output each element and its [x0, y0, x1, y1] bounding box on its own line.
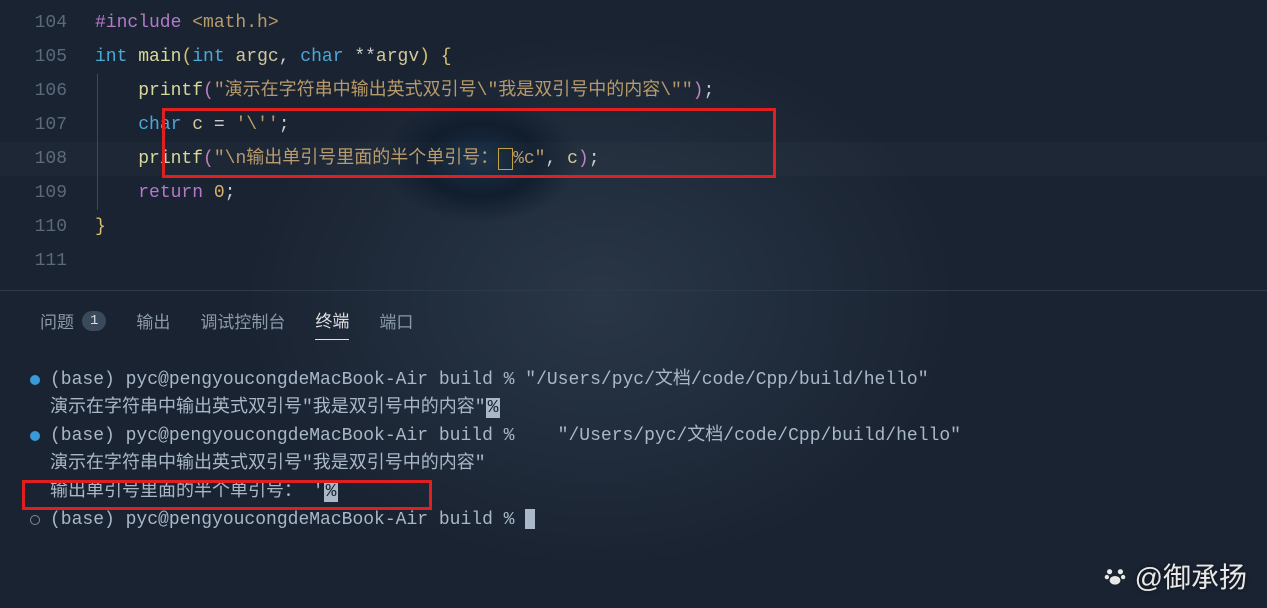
tab-debug-console-label: 调试控制台 [200, 308, 285, 334]
status-bullet-empty [30, 515, 40, 525]
tab-ports-label: 端口 [379, 308, 413, 334]
terminal-text: 演示在字符串中输出英式双引号"我是双引号中的内容"% [50, 394, 500, 422]
code-content[interactable]: printf("\n输出单引号里面的半个单引号： %c", c); [95, 142, 1267, 176]
code-line[interactable]: 111 [0, 244, 1267, 278]
code-content[interactable] [95, 244, 1267, 278]
line-number: 105 [0, 40, 95, 74]
code-line[interactable]: 106 printf("演示在字符串中输出英式双引号\"我是双引号中的内容\""… [0, 74, 1267, 108]
line-number: 107 [0, 108, 95, 142]
bottom-panel: 问题 1 输出 调试控制台 终端 端口 (base) pyc@pengyouco… [0, 290, 1267, 544]
tab-output-label: 输出 [136, 308, 170, 334]
paw-icon [1101, 562, 1129, 590]
terminal-text: (base) pyc@pengyoucongdeMacBook-Air buil… [50, 366, 929, 394]
code-content[interactable]: #include <math.h> [95, 6, 1267, 40]
code-content[interactable]: return 0; [95, 176, 1267, 210]
terminal-text: (base) pyc@pengyoucongdeMacBook-Air buil… [50, 506, 535, 534]
code-content[interactable]: printf("演示在字符串中输出英式双引号\"我是双引号中的内容\""); [95, 74, 1267, 108]
tab-problems-label: 问题 [40, 308, 74, 334]
panel-tabbar: 问题 1 输出 调试控制台 终端 端口 [0, 291, 1267, 352]
tab-problems[interactable]: 问题 1 [40, 308, 106, 340]
tab-ports[interactable]: 端口 [379, 308, 413, 340]
code-line[interactable]: 104#include <math.h> [0, 6, 1267, 40]
code-line[interactable]: 107 char c = '\''; [0, 108, 1267, 142]
code-content[interactable]: int main(int argc, char **argv) { [95, 40, 1267, 74]
terminal-cursor [525, 509, 535, 529]
line-number: 111 [0, 244, 95, 278]
code-editor[interactable]: 104#include <math.h>105int main(int argc… [0, 0, 1267, 278]
tab-terminal-label: 终端 [315, 307, 349, 333]
tab-terminal[interactable]: 终端 [315, 307, 349, 340]
code-content[interactable]: } [95, 210, 1267, 244]
terminal-line: (base) pyc@pengyoucongdeMacBook-Air buil… [30, 506, 1237, 534]
terminal-line: (base) pyc@pengyoucongdeMacBook-Air buil… [30, 366, 1237, 394]
tab-debug-console[interactable]: 调试控制台 [200, 308, 285, 340]
code-line[interactable]: 108 printf("\n输出单引号里面的半个单引号： %c", c); [0, 142, 1267, 176]
status-bullet-ok [30, 431, 40, 441]
line-number: 104 [0, 6, 95, 40]
status-bullet-ok [30, 375, 40, 385]
reverse-video-char: % [486, 398, 501, 418]
code-content[interactable]: char c = '\''; [95, 108, 1267, 142]
terminal-text: 输出单引号里面的半个单引号： '% [50, 478, 338, 506]
terminal-line: 演示在字符串中输出英式双引号"我是双引号中的内容" [30, 450, 1237, 478]
terminal-line: (base) pyc@pengyoucongdeMacBook-Air buil… [30, 422, 1237, 450]
code-line[interactable]: 110} [0, 210, 1267, 244]
watermark-text: @御承扬 [1135, 556, 1247, 596]
line-number: 106 [0, 74, 95, 108]
terminal-text: (base) pyc@pengyoucongdeMacBook-Air buil… [50, 422, 961, 450]
terminal-output[interactable]: (base) pyc@pengyoucongdeMacBook-Air buil… [0, 352, 1267, 544]
tab-output[interactable]: 输出 [136, 308, 170, 340]
code-line[interactable]: 105int main(int argc, char **argv) { [0, 40, 1267, 74]
problems-count-badge: 1 [82, 311, 106, 331]
terminal-line: 输出单引号里面的半个单引号： '% [30, 478, 1237, 506]
reverse-video-char: % [324, 482, 339, 502]
line-number: 110 [0, 210, 95, 244]
line-number: 109 [0, 176, 95, 210]
watermark: @御承扬 [1101, 556, 1247, 596]
terminal-text: 演示在字符串中输出英式双引号"我是双引号中的内容" [50, 450, 486, 478]
terminal-line: 演示在字符串中输出英式双引号"我是双引号中的内容"% [30, 394, 1237, 422]
code-line[interactable]: 109 return 0; [0, 176, 1267, 210]
